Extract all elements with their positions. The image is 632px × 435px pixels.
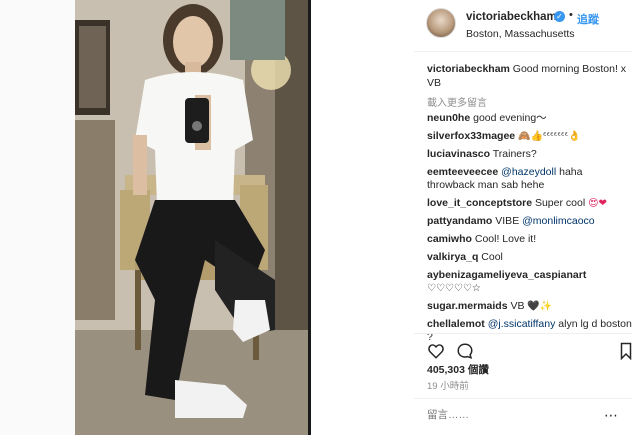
comment-username[interactable]: camiwho xyxy=(427,233,472,245)
post-header: victoriabeckham ✓ • 追蹤 Boston, Massachus… xyxy=(414,0,632,52)
comment-emoji: 😍❤ xyxy=(588,198,607,209)
comment-item: silverfox33magee 🙈👍ᵋᵋᵋᵋᵋᵋᵋ👌 xyxy=(427,130,632,143)
comment-text: Cool xyxy=(481,251,503,263)
comment-text: VIBE xyxy=(495,215,520,227)
comment-mention[interactable]: @j.ssicatiffany xyxy=(488,318,556,330)
comment-username[interactable]: luciavinasco xyxy=(427,148,490,160)
comment-username[interactable]: chellalemot xyxy=(427,318,485,330)
comment-username[interactable]: eemteeveecee xyxy=(427,166,498,178)
post-timestamp[interactable]: 19 小時前 xyxy=(427,378,469,392)
comment-text: Cool! Love it! xyxy=(474,233,537,245)
avatar[interactable] xyxy=(426,8,456,38)
comment-text: Super cool xyxy=(534,197,586,209)
verified-badge-icon: ✓ xyxy=(554,11,565,22)
comment-item: eemteeveecee @hazeydoll haha throwback m… xyxy=(427,166,632,192)
comment-item: camiwho Cool! Love it! xyxy=(427,233,632,246)
comment-username[interactable]: valkirya_q xyxy=(427,251,478,263)
more-options-icon[interactable]: ⋯ xyxy=(604,407,619,424)
comment-item: pattyandamo VIBE @monlimcaoco xyxy=(427,215,632,228)
follow-button[interactable]: 追蹤 xyxy=(577,11,599,27)
comment-username[interactable]: aybenizagameliyeva_caspianart xyxy=(427,269,586,281)
comment-mention[interactable]: @hazeydoll xyxy=(501,166,556,178)
add-comment-input[interactable] xyxy=(427,409,597,421)
like-count[interactable]: 405,303 個讚 xyxy=(427,362,489,377)
comment-text: good evening〜 xyxy=(473,112,547,124)
comment-emoji: 🖤✨ xyxy=(527,301,553,312)
load-more-comments-button[interactable]: 載入更多留言 xyxy=(427,94,487,109)
add-comment-bar: ⋯ xyxy=(414,398,632,435)
comment-text: 🙈👍ᵋᵋᵋᵋᵋᵋᵋ👌 xyxy=(518,131,581,142)
post-location[interactable]: Boston, Massachusetts xyxy=(466,28,575,40)
comment-text: ♡♡♡♡♡☆ xyxy=(427,283,481,294)
post-photo-illustration xyxy=(75,0,311,435)
photo-divider xyxy=(308,0,311,435)
post-username[interactable]: victoriabeckham xyxy=(466,11,557,23)
post-actions xyxy=(414,333,632,361)
comment-username[interactable]: pattyandamo xyxy=(427,215,492,227)
comment-item: aybenizagameliyeva_caspianart ♡♡♡♡♡☆ xyxy=(427,269,632,295)
post-sidebar: victoriabeckham ✓ • 追蹤 Boston, Massachus… xyxy=(414,0,632,435)
comment-icon[interactable] xyxy=(456,342,474,360)
comment-text: Trainers? xyxy=(492,148,537,160)
comment-item: love_it_conceptstore Super cool 😍❤ xyxy=(427,197,632,210)
bookmark-icon[interactable] xyxy=(619,342,632,360)
comment-item: neun0he good evening〜 xyxy=(427,112,632,125)
comment-username[interactable]: love_it_conceptstore xyxy=(427,197,532,209)
post-photo[interactable] xyxy=(75,0,311,435)
comment-username[interactable]: neun0he xyxy=(427,112,470,124)
separator-dot: • xyxy=(569,9,573,21)
comment-item: valkirya_q Cool xyxy=(427,251,632,264)
comment-mention[interactable]: @monlimcaoco xyxy=(522,215,595,227)
comment-username[interactable]: sugar.mermaids xyxy=(427,300,508,312)
post-caption: victoriabeckham Good morning Boston! x V… xyxy=(427,62,627,90)
caption-username[interactable]: victoriabeckham xyxy=(427,63,510,75)
comment-item: luciavinasco Trainers? xyxy=(427,148,632,161)
comment-list: neun0he good evening〜 silverfox33magee 🙈… xyxy=(427,112,632,349)
heart-icon[interactable] xyxy=(427,342,445,360)
comment-username[interactable]: silverfox33magee xyxy=(427,130,515,142)
comment-text: VB xyxy=(510,300,525,312)
comment-item: sugar.mermaids VB 🖤✨ xyxy=(427,300,632,313)
